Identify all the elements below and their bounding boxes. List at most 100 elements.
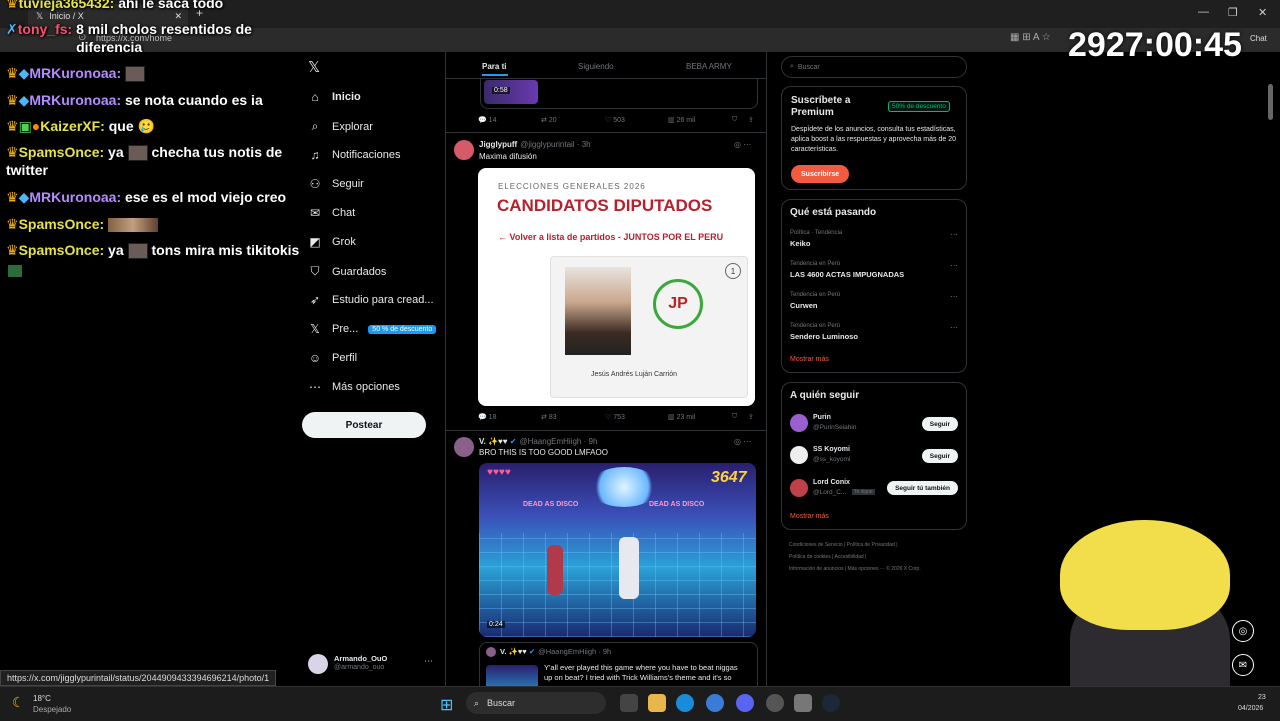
nav-label: Guardados bbox=[332, 265, 387, 278]
show-more-link[interactable]: Mostrar más bbox=[790, 513, 829, 520]
more-icon[interactable]: ⋯ bbox=[950, 261, 958, 270]
tweet-author[interactable]: Jigglypuff @jigglypurintail · 3h bbox=[479, 140, 591, 149]
repost-button[interactable]: ⇄ 20 bbox=[541, 116, 557, 124]
edge-icon[interactable] bbox=[676, 694, 694, 712]
nav-item-estudio[interactable]: ➶ Estudio para cread... bbox=[308, 293, 434, 307]
trend-meta: Tendencia en Perú bbox=[790, 292, 841, 298]
nav-item-perfil[interactable]: ☺ Perfil bbox=[308, 351, 357, 365]
x-icon: 𝕏 bbox=[310, 322, 320, 336]
back-link[interactable]: ← Volver a lista de partidos - JUNTOS PO… bbox=[498, 232, 723, 242]
game-title-2: DEAD AS DISCO bbox=[649, 501, 705, 508]
chat-label[interactable]: Chat bbox=[1250, 34, 1267, 43]
discord-icon[interactable] bbox=[736, 694, 754, 712]
bookmark-icon[interactable]: ⛉ bbox=[732, 116, 737, 124]
account-name: Armando_OuO bbox=[334, 654, 388, 663]
nav-item-inicio[interactable]: ⌂ Inicio bbox=[308, 90, 360, 104]
like-button[interactable]: ♡ 753 bbox=[605, 413, 625, 421]
quote-tweet[interactable]: V. ✨♥♥ ✔ @HaangEmHiigh · 9h Y'all ever pl… bbox=[479, 642, 758, 686]
nav-item-grok[interactable]: ◩ Grok bbox=[308, 235, 356, 249]
follow-button[interactable]: Seguir bbox=[921, 449, 958, 463]
grok-icon[interactable]: ◎ ⋯ bbox=[734, 140, 751, 149]
post-button[interactable]: Postear bbox=[302, 412, 426, 438]
avatar[interactable] bbox=[454, 437, 474, 457]
share-icon[interactable]: ⇪ bbox=[748, 413, 754, 421]
app-icon[interactable] bbox=[706, 694, 724, 712]
more-icon[interactable]: ⋯ bbox=[950, 292, 958, 301]
follow-panel: A quién seguir Purin @PurinSeiahin Segui… bbox=[781, 382, 967, 530]
trend-name[interactable]: Keiko bbox=[790, 239, 810, 248]
repost-count: 83 bbox=[548, 414, 557, 421]
nav-label: Chat bbox=[332, 207, 356, 219]
task-view-icon[interactable] bbox=[620, 694, 638, 712]
nav-item-seguir[interactable]: ⚇ Seguir bbox=[308, 177, 364, 191]
nav-label: Pre... bbox=[332, 323, 359, 335]
reply-button[interactable]: 💬 18 bbox=[478, 413, 496, 421]
weather-temp[interactable]: 18°C bbox=[33, 694, 51, 703]
quote-name: V. ✨♥♥ bbox=[500, 647, 527, 656]
more-icon[interactable]: ⋯ bbox=[950, 323, 958, 332]
account-menu-icon[interactable]: ⋯ bbox=[424, 656, 433, 667]
reply-button[interactable]: 💬 14 bbox=[478, 116, 496, 124]
chat-user: MRKuronoaa: bbox=[29, 65, 122, 81]
follow-button[interactable]: Seguir bbox=[921, 417, 958, 431]
nav-item-notificaciones[interactable]: ♫ Notificaciones bbox=[308, 148, 401, 162]
stream-chat-overlay: ♛tuvieja365432: ahí le saca todo ✗tony_f… bbox=[0, 0, 300, 300]
follow-back-button[interactable]: Seguir tú también bbox=[887, 481, 958, 495]
chat-text-2: tons mira mis tikitokis bbox=[151, 242, 300, 258]
tab-siguiendo[interactable]: Siguiendo bbox=[578, 62, 614, 71]
repost-button[interactable]: ⇄ 83 bbox=[541, 413, 557, 421]
trend-name[interactable]: Sendero Luminoso bbox=[790, 332, 858, 341]
extensions-icon[interactable]: ▦ ⊞ A ☆ bbox=[1010, 32, 1051, 43]
scrollbar[interactable] bbox=[1268, 84, 1273, 120]
windows-start-icon[interactable]: ⊞ bbox=[440, 695, 453, 715]
nav-item-premium[interactable]: 𝕏 Pre... 50 % de descuento bbox=[308, 322, 437, 336]
bookmark-icon[interactable]: ⛉ bbox=[732, 413, 737, 421]
avatar[interactable] bbox=[790, 414, 808, 432]
steam-icon[interactable] bbox=[822, 694, 840, 712]
search-input[interactable]: ⌕ Buscar bbox=[781, 56, 967, 78]
trends-panel: Qué está pasando Política · Tendencia Ke… bbox=[781, 199, 967, 373]
settings-icon[interactable] bbox=[794, 694, 812, 712]
character-figure bbox=[619, 537, 639, 599]
more-icon[interactable]: ◎ ⋯ bbox=[734, 437, 751, 446]
show-more-link[interactable]: Mostrar más bbox=[790, 356, 829, 363]
avatar[interactable] bbox=[454, 140, 474, 160]
footer-links[interactable]: Política de cookies | Accesibilidad | bbox=[789, 554, 866, 560]
share-icon[interactable]: ⇪ bbox=[748, 116, 754, 124]
chat-user: tony_fs: bbox=[17, 21, 73, 37]
avatar[interactable] bbox=[790, 446, 808, 464]
nav-item-chat[interactable]: ✉ Chat bbox=[308, 206, 355, 220]
tab-para-ti[interactable]: Para ti bbox=[482, 62, 506, 71]
avatar[interactable] bbox=[790, 479, 808, 497]
views-button[interactable]: ▥ 26 mil bbox=[668, 116, 695, 124]
tweet-author[interactable]: V. ✨♥♥ ✔ @HaangEmHiigh · 9h bbox=[479, 437, 597, 446]
chat-floating-icon[interactable]: ✉ bbox=[1232, 654, 1254, 676]
x-logo-icon[interactable]: 𝕏 bbox=[308, 58, 320, 76]
minimize-icon[interactable]: — bbox=[1198, 6, 1209, 18]
taskbar-search-label: Buscar bbox=[487, 698, 516, 708]
character-figure bbox=[547, 545, 563, 595]
nav-item-guardados[interactable]: ⛉ Guardados bbox=[308, 264, 386, 279]
gem-icon: ◆ bbox=[18, 92, 30, 108]
more-icon[interactable]: ⋯ bbox=[950, 230, 958, 239]
like-button[interactable]: ♡ 503 bbox=[605, 116, 625, 124]
views-button[interactable]: ▥ 23 mil bbox=[668, 413, 695, 421]
nav-item-mas-opciones[interactable]: ⋯ Más opciones bbox=[308, 380, 400, 394]
taskbar-search[interactable]: ⌕ Buscar bbox=[466, 692, 606, 714]
close-window-icon[interactable]: ✕ bbox=[1258, 6, 1267, 19]
app-icon[interactable] bbox=[766, 694, 784, 712]
nav-item-explorar[interactable]: ⌕ Explorar bbox=[308, 119, 373, 134]
avatar[interactable] bbox=[308, 654, 328, 674]
tweet-image-card[interactable]: ELECCIONES GENERALES 2026 CANDIDATOS DIP… bbox=[478, 168, 755, 406]
file-explorer-icon[interactable] bbox=[648, 694, 666, 712]
crown-icon: ♛ bbox=[6, 144, 19, 160]
footer-links[interactable]: Información de anuncios | Más opciones ·… bbox=[789, 566, 921, 572]
trend-name[interactable]: Curwen bbox=[790, 301, 818, 310]
subscribe-button[interactable]: Suscribirse bbox=[791, 165, 850, 183]
footer-links[interactable]: Condiciones de Servicio | Política de Pr… bbox=[789, 542, 898, 548]
grok-floating-icon[interactable]: ◎ bbox=[1232, 620, 1254, 642]
video-player[interactable]: ♥♥♥♥ 3647 DEAD AS DISCO DEAD AS DISCO 0:… bbox=[479, 463, 756, 637]
maximize-icon[interactable]: ❐ bbox=[1228, 6, 1238, 19]
tab-beba-army[interactable]: BEBA ARMY bbox=[686, 62, 732, 71]
trend-name[interactable]: LAS 4600 ACTAS IMPUGNADAS bbox=[790, 270, 904, 279]
